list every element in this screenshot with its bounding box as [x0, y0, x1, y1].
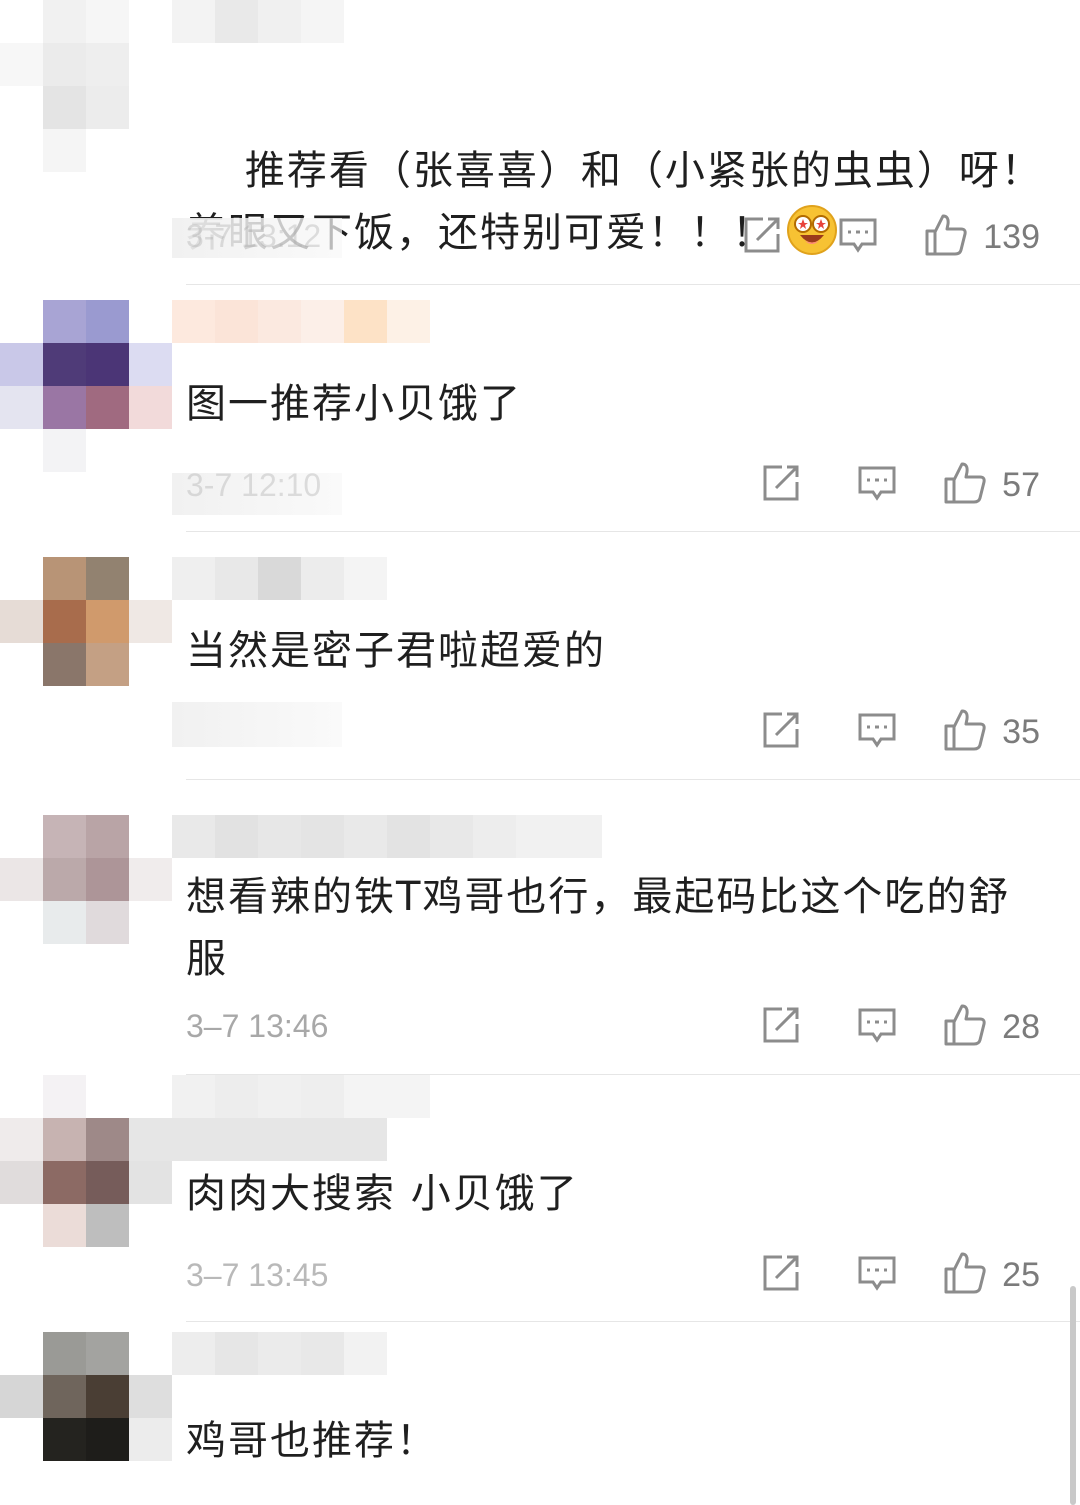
- scrollbar[interactable]: [1070, 1286, 1076, 1505]
- comment-text: 鸡哥也推荐！: [186, 1418, 438, 1464]
- reply-icon: [856, 1252, 898, 1298]
- comment-text: 肉肉大搜索 小贝饿了: [186, 1171, 579, 1217]
- like-count: 139: [983, 217, 1040, 256]
- username-blurred[interactable]: [129, 1075, 432, 1161]
- timestamp: 3–7 13:45: [186, 1257, 329, 1293]
- comment-actions: 25: [760, 1250, 1040, 1300]
- reply-button[interactable]: [856, 462, 898, 508]
- reply-button[interactable]: [856, 1252, 898, 1298]
- share-button[interactable]: [760, 709, 802, 755]
- share-icon: [760, 709, 802, 755]
- username-blurred[interactable]: [172, 0, 344, 43]
- timestamp: 3-7 13:12: [186, 218, 322, 254]
- reply-button[interactable]: [856, 709, 898, 755]
- like-button[interactable]: 28: [942, 1002, 1040, 1052]
- avatar[interactable]: [0, 1332, 172, 1502]
- comment-text: 图一推荐小贝饿了: [186, 381, 522, 427]
- username-blurred[interactable]: [172, 300, 432, 343]
- timestamp: 3–7 13:46: [186, 1008, 329, 1044]
- like-count: 57: [1002, 465, 1040, 504]
- comment-actions: 35: [760, 707, 1040, 757]
- reply-icon: [856, 1004, 898, 1050]
- reply-button[interactable]: [856, 1004, 898, 1050]
- reply-icon: [856, 462, 898, 508]
- like-button[interactable]: 57: [942, 460, 1040, 510]
- like-button[interactable]: 139: [923, 212, 1040, 262]
- reply-button[interactable]: [837, 214, 879, 260]
- username-blurred[interactable]: [172, 557, 387, 600]
- thumbs-up-icon: [923, 212, 969, 262]
- thumbs-up-icon: [942, 707, 988, 757]
- like-count: 25: [1002, 1255, 1040, 1294]
- share-icon: [760, 1252, 802, 1298]
- comment-item: 肉肉大搜索 小贝饿了 3–7 13:45 25: [0, 1075, 1080, 1322]
- username-blurred[interactable]: [172, 815, 602, 858]
- username-blurred[interactable]: [172, 1332, 387, 1375]
- comment-text: 当然是密子君啦超爱的: [186, 628, 606, 674]
- like-button[interactable]: 25: [942, 1250, 1040, 1300]
- like-button[interactable]: 35: [942, 707, 1040, 757]
- avatar[interactable]: [0, 300, 172, 472]
- comment-item: 图一推荐小贝饿了 3-7 12:10 57: [0, 285, 1080, 532]
- timestamp-mask: [172, 702, 342, 747]
- share-icon: [760, 462, 802, 508]
- timestamp: 3-7 12:10: [186, 467, 322, 503]
- comment-item: 当然是密子君啦超爱的 35: [0, 532, 1080, 780]
- comment-text: 想看辣的铁T鸡哥也行，最起码比这个吃的舒服: [186, 874, 1011, 982]
- share-button[interactable]: [760, 1004, 802, 1050]
- share-button[interactable]: [741, 214, 783, 260]
- share-button[interactable]: [760, 462, 802, 508]
- reply-icon: [856, 709, 898, 755]
- comment-item: 推荐看（张喜喜）和（小紧张的虫虫）呀！养眼又下饭，还特别可爱！！！ 3-7 13…: [0, 0, 1080, 285]
- share-icon: [760, 1004, 802, 1050]
- share-icon: [741, 214, 783, 260]
- comment-actions: 57: [760, 460, 1040, 510]
- like-count: 28: [1002, 1007, 1040, 1046]
- avatar[interactable]: [0, 557, 172, 727]
- share-button[interactable]: [760, 1252, 802, 1298]
- comment-actions: 139: [741, 212, 1040, 262]
- comment-item: 想看辣的铁T鸡哥也行，最起码比这个吃的舒服 3–7 13:46 28: [0, 780, 1080, 1075]
- thumbs-up-icon: [942, 460, 988, 510]
- comment-item: 鸡哥也推荐！: [0, 1322, 1080, 1505]
- comment-actions: 28: [760, 1002, 1040, 1052]
- like-count: 35: [1002, 712, 1040, 751]
- thumbs-up-icon: [942, 1002, 988, 1052]
- avatar[interactable]: [0, 0, 170, 172]
- thumbs-up-icon: [942, 1250, 988, 1300]
- reply-icon: [837, 214, 879, 260]
- avatar[interactable]: [0, 815, 172, 985]
